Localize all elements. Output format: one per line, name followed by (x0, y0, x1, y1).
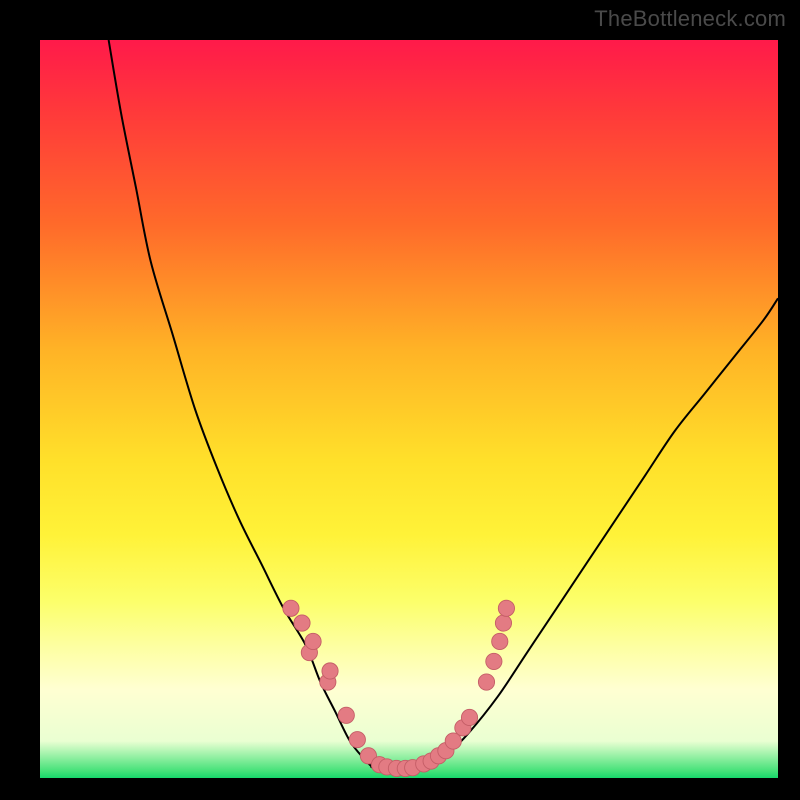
curve-marker (495, 615, 511, 631)
curve-marker (498, 600, 514, 616)
curve-marker (322, 663, 338, 679)
curve-marker (283, 600, 299, 616)
curve-marker (305, 633, 321, 649)
curve-marker (338, 707, 354, 723)
curve-marker (349, 732, 365, 748)
curve-path (109, 40, 778, 770)
watermark-text: TheBottleneck.com (594, 6, 786, 32)
curve-marker (294, 615, 310, 631)
curve-marker (492, 633, 508, 649)
curve-marker (478, 674, 494, 690)
curve-marker (486, 653, 502, 669)
chart-frame: TheBottleneck.com (0, 0, 800, 800)
curve-marker (461, 709, 477, 725)
bottleneck-curve (40, 40, 778, 778)
plot-area (40, 40, 778, 778)
